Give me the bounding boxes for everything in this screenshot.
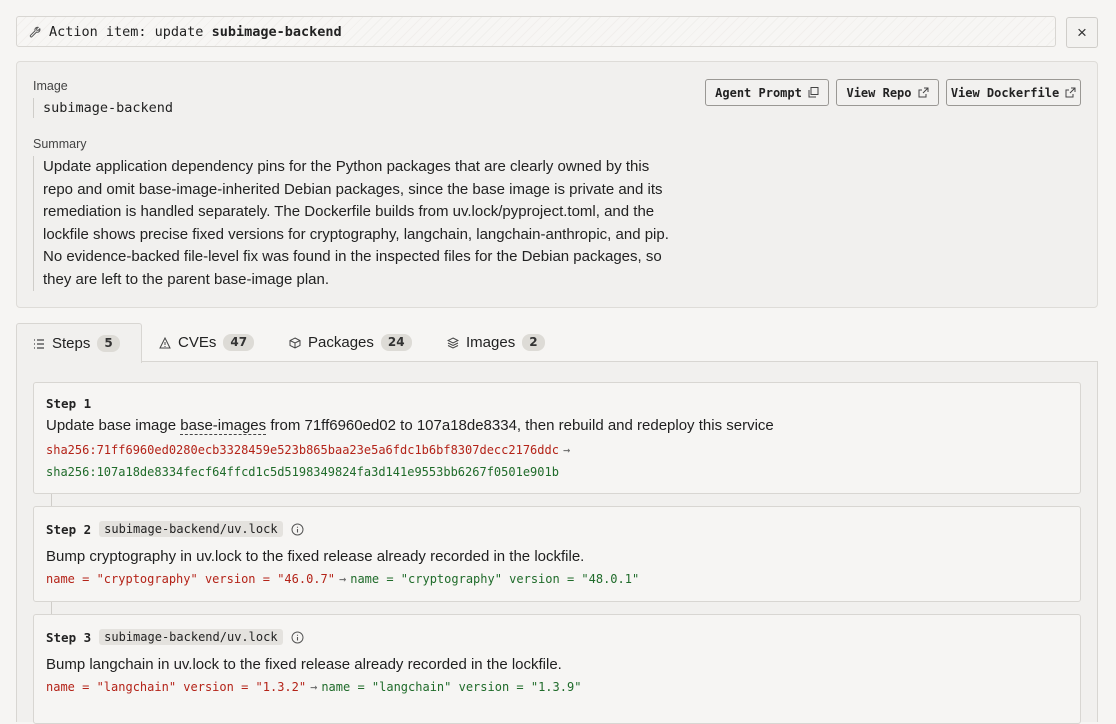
layers-icon bbox=[447, 336, 459, 349]
list-icon bbox=[34, 338, 44, 349]
external-link-icon bbox=[918, 87, 929, 98]
image-label: Image bbox=[33, 79, 68, 93]
step-description: Bump langchain in uv.lock to the fixed r… bbox=[46, 656, 562, 673]
package-icon bbox=[289, 336, 301, 349]
step-number: Step 2 bbox=[46, 521, 92, 537]
tab-packages-count: 24 bbox=[380, 334, 412, 351]
step-card-3: Step 3 subimage-backend/uv.lock Bump lan… bbox=[33, 614, 1081, 724]
step-old-value-line: sha256:71ff6960ed0280ecb3328459e523b865b… bbox=[46, 443, 574, 457]
info-panel: Image subimage-backend Summary Update ap… bbox=[16, 61, 1098, 308]
tab-images[interactable]: Images 2 bbox=[447, 323, 545, 362]
tab-packages[interactable]: Packages 24 bbox=[289, 323, 412, 362]
step-number: Step 3 bbox=[46, 629, 92, 645]
tab-images-label: Images bbox=[466, 334, 516, 351]
external-link-icon bbox=[1065, 87, 1076, 98]
title-prefix: Action item: update bbox=[49, 23, 212, 40]
step-connector bbox=[51, 601, 52, 615]
step-header: Step 1 bbox=[46, 396, 91, 411]
step-connector bbox=[51, 493, 52, 507]
tab-cves-count: 47 bbox=[223, 334, 255, 351]
page-title: Action item: update subimage-backend bbox=[49, 24, 342, 40]
view-dockerfile-button[interactable]: View Dockerfile bbox=[946, 79, 1081, 106]
step-change-line: name = "langchain" version = "1.3.2" → nam… bbox=[46, 680, 581, 694]
old-digest: sha256:71ff6960ed0280ecb3328459e523b865b… bbox=[46, 443, 559, 457]
step-number: Step 1 bbox=[46, 396, 92, 411]
tab-cves[interactable]: CVEs 47 bbox=[159, 323, 255, 362]
step-file-path: subimage-backend/uv.lock bbox=[99, 521, 283, 537]
warning-icon bbox=[159, 336, 171, 348]
view-dockerfile-label: View Dockerfile bbox=[950, 85, 1060, 100]
close-icon: × bbox=[1077, 22, 1087, 42]
new-version: name = "langchain" version = "1.3.9" bbox=[321, 680, 582, 694]
old-version: name = "cryptography" version = "46.0.7" bbox=[46, 572, 335, 586]
tab-packages-label: Packages bbox=[308, 334, 374, 351]
action-item-header: Action item: update subimage-backend bbox=[16, 16, 1056, 47]
tab-images-count: 2 bbox=[522, 334, 545, 351]
step-description: Update base image base-images from 71ff6… bbox=[46, 417, 774, 435]
summary-label: Summary bbox=[33, 137, 87, 151]
tab-bar: Steps 5 CVEs 47 Packages 24 Images 2 bbox=[16, 323, 1098, 363]
image-name: subimage-backend bbox=[33, 98, 173, 118]
view-repo-label: View Repo bbox=[846, 85, 912, 100]
tab-cves-label: CVEs bbox=[178, 334, 217, 351]
agent-prompt-button[interactable]: Agent Prompt bbox=[705, 79, 829, 106]
old-version: name = "langchain" version = "1.3.2" bbox=[46, 680, 307, 694]
summary-text: Update application dependency pins for t… bbox=[33, 156, 683, 291]
arrow-right-icon: → bbox=[562, 443, 571, 457]
view-repo-button[interactable]: View Repo bbox=[836, 79, 939, 106]
new-version: name = "cryptography" version = "48.0.1" bbox=[350, 572, 640, 586]
title-image-name: subimage-backend bbox=[211, 23, 342, 40]
step-file-path: subimage-backend/uv.lock bbox=[99, 629, 283, 645]
step-desc-suffix: from 71ff6960ed02 to 107a18de8334, then … bbox=[266, 417, 774, 434]
tab-steps[interactable]: Steps 5 bbox=[16, 323, 142, 363]
new-digest: sha256:107a18de8334fecf64ffcd1c5d5198349… bbox=[46, 465, 559, 479]
step-new-value-line: sha256:107a18de8334fecf64ffcd1c5d5198349… bbox=[46, 465, 559, 479]
step-desc-prefix: Update base image bbox=[46, 417, 181, 434]
tab-steps-label: Steps bbox=[52, 335, 91, 352]
arrow-right-icon: → bbox=[338, 572, 347, 586]
info-icon[interactable] bbox=[291, 631, 304, 644]
close-button[interactable]: × bbox=[1066, 17, 1098, 48]
arrow-right-icon: → bbox=[310, 680, 318, 694]
step-card-2: Step 2 subimage-backend/uv.lock Bump cry… bbox=[33, 506, 1081, 602]
step-header: Step 3 subimage-backend/uv.lock bbox=[46, 629, 304, 645]
step-change-line: name = "cryptography" version = "46.0.7"… bbox=[46, 572, 639, 586]
agent-prompt-label: Agent Prompt bbox=[715, 85, 802, 100]
step-card-1: Step 1 Update base image base-images fro… bbox=[33, 382, 1081, 494]
base-images-link[interactable]: base-images bbox=[180, 417, 267, 435]
copy-icon bbox=[808, 87, 819, 98]
tab-steps-count: 5 bbox=[97, 335, 120, 352]
step-description: Bump cryptography in uv.lock to the fixe… bbox=[46, 548, 585, 565]
wrench-icon bbox=[29, 26, 41, 37]
info-icon[interactable] bbox=[291, 523, 304, 536]
step-header: Step 2 subimage-backend/uv.lock bbox=[46, 521, 304, 537]
